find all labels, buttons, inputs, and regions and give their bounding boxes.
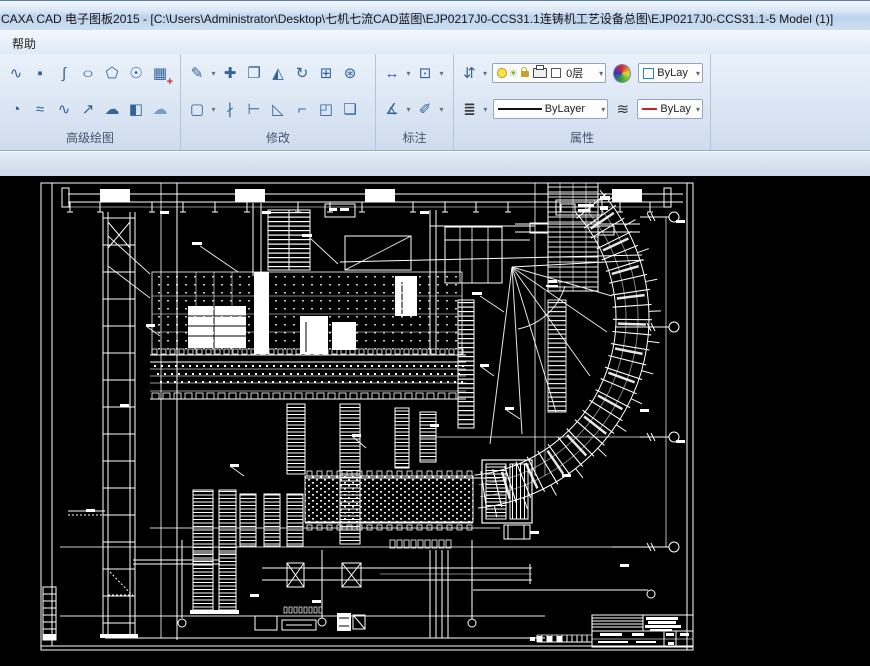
current-color-swatch <box>643 68 654 79</box>
erase-icon-dropdown[interactable]: ▾ <box>209 69 218 78</box>
text-edit-icon[interactable]: ✐ <box>413 96 437 122</box>
current-layer-value: 0层 <box>566 65 583 81</box>
pie-wedge-icon[interactable]: ◔ <box>4 96 28 122</box>
group-label-dimension: 标注 <box>376 129 453 146</box>
linecolor-combo[interactable]: ByLay ▾ <box>637 99 703 119</box>
linetype-combo[interactable]: ByLayer ▾ <box>493 99 609 119</box>
revision-cloud-icon[interactable]: ☁ <box>148 96 172 122</box>
linecolor-combo-arrow: ▾ <box>693 105 700 114</box>
layer-switch-icon[interactable]: ⇵ <box>458 60 481 86</box>
layer-visible-bulb-icon <box>497 68 507 78</box>
table-icon[interactable]: ▦ <box>148 60 172 86</box>
current-linecolor-value: ByLay <box>660 103 691 115</box>
erase-icon[interactable]: ✎ <box>185 60 209 86</box>
color-combo-arrow: ▾ <box>693 69 700 78</box>
mirror-icon[interactable]: ◭ <box>266 60 290 86</box>
spline-icon[interactable]: ∿ <box>4 60 28 86</box>
polygon-icon[interactable]: ⬠ <box>100 60 124 86</box>
ribbon-group-properties: ⇵ ▾ ☀ 0层 ▾ ByLay ▾ ≣ ▾ <box>454 54 711 150</box>
stretch-icon-dropdown[interactable]: ▾ <box>209 105 218 114</box>
cad-drawing <box>41 183 693 650</box>
layer-print-icon <box>533 68 547 78</box>
group-label-modify: 修改 <box>181 129 375 146</box>
explode-icon[interactable]: ◰ <box>314 96 338 122</box>
dimension-icon[interactable]: ↔ <box>380 60 404 86</box>
extend-icon[interactable]: ⊢ <box>242 96 266 122</box>
pointer-arrow-icon[interactable]: ↗ <box>76 96 100 122</box>
datum-tolerance-icon-dropdown[interactable]: ▾ <box>437 69 446 78</box>
profile-icon[interactable]: ◧ <box>124 96 148 122</box>
circle-tangent-icon[interactable]: ☉ <box>124 60 148 86</box>
corner-icon[interactable]: ⌐ <box>290 96 314 122</box>
ribbon: ∿▪∫○⬠☉▦◔≈∿↗☁◧☁ 高级绘图 ✎▾✚❐◭↻⊞⊛▢▾∤⊢◺⌐◰❏ 修改 … <box>0 54 870 150</box>
chamfer-icon[interactable]: ◺ <box>266 96 290 122</box>
layer-frozen-sun-icon: ☀ <box>508 67 518 80</box>
ribbon-group-advanced-draw: ∿▪∫○⬠☉▦◔≈∿↗☁◧☁ 高级绘图 <box>0 54 181 150</box>
array-icon[interactable]: ⊞ <box>314 60 338 86</box>
revision-cloud-line-icon[interactable]: ☁ <box>100 96 124 122</box>
layer-lock-icon <box>521 71 529 77</box>
coordinate-dim-icon[interactable]: ∡ <box>380 96 404 122</box>
document-tab-strip <box>0 150 870 176</box>
window-title: CAXA CAD 电子图板2015 - [C:\Users\Administra… <box>1 10 833 27</box>
group-label-advanced-draw: 高级绘图 <box>0 129 180 146</box>
layer-combo-arrow: ▾ <box>596 69 603 78</box>
linetype-combo-arrow: ▾ <box>598 105 605 114</box>
copy-icon[interactable]: ❐ <box>242 60 266 86</box>
layer-color-swatch <box>551 68 561 78</box>
linecolor-sample <box>642 108 657 110</box>
title-bar: CAXA CAD 电子图板2015 - [C:\Users\Administra… <box>0 0 870 30</box>
linetype-sample <box>498 108 542 110</box>
spring-curve-icon[interactable]: ≈ <box>28 96 52 122</box>
lineweight-icon[interactable]: ≣ <box>458 96 481 122</box>
drawing-viewport[interactable] <box>0 176 870 661</box>
point-icon[interactable]: ▪ <box>28 60 52 86</box>
rotate-icon[interactable]: ↻ <box>290 60 314 86</box>
datum-tolerance-icon[interactable]: ⊡ <box>413 60 437 86</box>
overlay-icon[interactable]: ❏ <box>338 96 362 122</box>
current-color-value: ByLay <box>657 67 688 79</box>
drawing-canvas[interactable] <box>0 176 870 661</box>
group-label-properties: 属性 <box>454 129 710 146</box>
linetype-style-icon[interactable]: ≋ <box>611 96 634 122</box>
coordinate-dim-icon-dropdown[interactable]: ▾ <box>404 105 413 114</box>
menu-bar: 帮助 <box>0 30 870 54</box>
formula-curve-icon[interactable]: ∿ <box>52 96 76 122</box>
trim-icon[interactable]: ∤ <box>218 96 242 122</box>
color-wheel-icon[interactable] <box>613 64 631 83</box>
current-linetype-value: ByLayer <box>545 103 585 115</box>
menu-item-help[interactable]: 帮助 <box>8 34 40 53</box>
layer-combo[interactable]: ☀ 0层 ▾ <box>492 63 606 83</box>
color-combo[interactable]: ByLay ▾ <box>638 63 703 83</box>
dimension-icon-dropdown[interactable]: ▾ <box>404 69 413 78</box>
offset-icon[interactable]: ⊛ <box>338 60 362 86</box>
ribbon-group-modify: ✎▾✚❐◭↻⊞⊛▢▾∤⊢◺⌐◰❏ 修改 <box>181 54 376 150</box>
stretch-icon[interactable]: ▢ <box>185 96 209 122</box>
text-edit-icon-dropdown[interactable]: ▾ <box>437 105 446 114</box>
move-icon[interactable]: ✚ <box>218 60 242 86</box>
ribbon-group-dimension: ↔▾⊡▾∡▾✐▾ 标注 <box>376 54 454 150</box>
